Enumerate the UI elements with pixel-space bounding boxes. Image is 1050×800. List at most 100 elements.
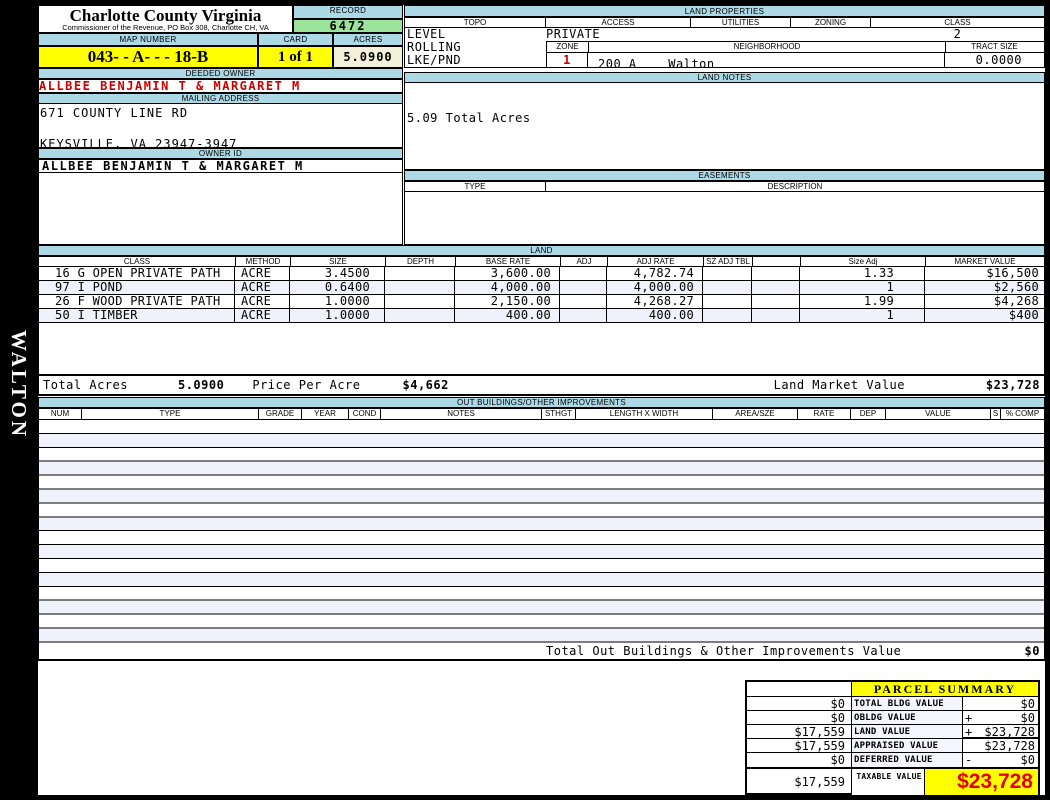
op: -	[963, 753, 977, 767]
out-buildings-empty-rows	[38, 420, 1045, 643]
row-label: OBLDG VALUE	[852, 711, 963, 725]
neighborhood-value: 200 A Walton	[588, 53, 945, 68]
col-topo: TOPO	[405, 18, 546, 27]
parcel-summary-title: PARCEL SUMMARY	[852, 682, 1038, 697]
prior-value: $17,559	[747, 739, 852, 753]
tract-size-value: 0.0000	[945, 53, 1042, 68]
record-label: RECORD	[293, 5, 403, 19]
parcel-summary-title-left	[747, 682, 852, 697]
cell-adj	[560, 295, 607, 308]
cell-blank	[752, 309, 800, 322]
cell-size: 1.0000	[290, 295, 385, 308]
cell-adj-rate: 4,268.27	[607, 295, 703, 308]
col-s: S	[991, 409, 1001, 419]
cell-method: ACRE	[235, 309, 290, 322]
col-num: NUM	[39, 409, 82, 419]
land-properties-body: LEVEL ROLLING LKE/PND PRIVATE 2 ZONE NEI…	[404, 28, 1045, 68]
col-sz-adj-tbl: SZ ADJ TBL	[704, 257, 753, 266]
zone-header-row: ZONE NEIGHBORHOOD TRACT SIZE	[546, 41, 1044, 53]
land-market-value-label: Land Market Value	[774, 378, 905, 392]
county-subtitle: Commissioner of the Revenue, PO Box 308,…	[39, 24, 292, 32]
land-properties-header-row: TOPO ACCESS UTILITIES ZONING CLASS	[404, 17, 1045, 28]
cell-depth	[385, 267, 455, 280]
land-notes-title: LAND NOTES	[404, 72, 1045, 83]
col-easement-description: DESCRIPTION	[546, 182, 1044, 191]
cell-method: ACRE	[235, 281, 290, 294]
prior-value: $0	[747, 697, 852, 711]
prior-value: $0	[747, 753, 852, 767]
land-gap	[38, 323, 1045, 374]
cell-method: ACRE	[235, 295, 290, 308]
map-number-label: MAP NUMBER	[38, 33, 258, 46]
neighborhood-name: Walton	[668, 57, 714, 71]
cell-size: 3.4500	[290, 267, 385, 280]
cell-depth	[385, 295, 455, 308]
access-value: PRIVATE	[546, 28, 871, 41]
owner-id-label: OWNER ID	[38, 148, 403, 159]
land-row-3: 26 F WOOD PRIVATE PATH ACRE 1.0000 2,150…	[38, 295, 1045, 309]
topo-values: LEVEL ROLLING LKE/PND	[405, 28, 546, 67]
zone-label: ZONE	[547, 42, 589, 52]
op	[963, 697, 977, 710]
neighborhood-sidebar-label: WALTON	[6, 330, 31, 439]
deeded-owner-label: DEEDED OWNER	[38, 68, 403, 79]
easements-header-row: TYPE DESCRIPTION	[404, 181, 1045, 192]
mailing-address-label: MAILING ADDRESS	[38, 93, 403, 104]
cell-blank	[752, 295, 800, 308]
card-label: CARD	[258, 33, 333, 46]
col-year: YEAR	[302, 409, 349, 419]
col-grade: GRADE	[259, 409, 302, 419]
land-properties-right: PRIVATE 2 ZONE NEIGHBORHOOD TRACT SIZE 1…	[546, 28, 1044, 67]
cell-blank	[752, 281, 800, 294]
parcel-summary-title-row: PARCEL SUMMARY	[747, 682, 1038, 697]
cell-depth	[385, 281, 455, 294]
col-utilities: UTILITIES	[691, 18, 791, 27]
col-type: TYPE	[82, 409, 259, 419]
cell-method: ACRE	[235, 267, 290, 280]
summary-row-taxable: $17,559 TAXABLE VALUE $23,728	[747, 769, 1038, 795]
value-cell: + $23,728	[963, 725, 1038, 739]
cell-market-value: $2,560	[925, 281, 1042, 294]
col-size: SIZE	[291, 257, 386, 266]
out-buildings-header-row: NUM TYPE GRADE YEAR COND NOTES STHGT LEN…	[38, 408, 1045, 420]
cell-sz-adj-tbl	[703, 295, 752, 308]
land-market-value: $23,728	[905, 378, 1044, 392]
acres-label: ACRES	[333, 33, 403, 46]
card-value: 1 of 1	[258, 46, 333, 68]
cell-class: 16 G OPEN PRIVATE PATH	[39, 267, 235, 280]
taxable-label: TAXABLE VALUE	[852, 769, 925, 795]
property-record-card: WALTON Charlotte County Virginia Commiss…	[0, 0, 1050, 800]
cell-adj-rate: 4,000.00	[607, 281, 703, 294]
cell-adj	[560, 267, 607, 280]
value-cell: $0	[963, 697, 1038, 711]
land-properties-title: LAND PROPERTIES	[404, 5, 1045, 17]
col-notes: NOTES	[381, 409, 542, 419]
op	[963, 739, 977, 752]
row-label: LAND VALUE	[852, 725, 963, 739]
cell-market-value: $16,500	[925, 267, 1042, 280]
zone-value-row: 1 200 A Walton 0.0000	[546, 53, 1044, 68]
taxable-value: $23,728	[925, 769, 1038, 795]
cell-adj-rate: 4,782.74	[607, 267, 703, 280]
prior-value: $0	[747, 711, 852, 725]
cell-sz-adj-tbl	[703, 309, 752, 322]
col-zoning: ZONING	[791, 18, 871, 27]
total-acres-value: 5.0900	[178, 378, 224, 392]
cell-sz-adj-tbl	[703, 281, 752, 294]
owner-empty-box	[38, 173, 403, 245]
col-easement-type: TYPE	[405, 182, 546, 191]
map-number-value: 043- - A- - - 18-B	[38, 46, 258, 68]
summary-row-obldg: $0 OBLDG VALUE + $0	[747, 711, 1038, 725]
deeded-owner-value: ALLBEE BENJAMIN T & MARGARET M	[38, 79, 403, 93]
col-market-value: MARKET VALUE	[926, 257, 1044, 266]
easements-title: EASEMENTS	[404, 170, 1045, 181]
sidebar: WALTON	[0, 0, 38, 800]
summary-row-appraised: $17,559 APPRAISED VALUE $23,728	[747, 739, 1038, 753]
mailing-address-box: 671 COUNTY LINE RD KEYSVILLE, VA 23947-3…	[38, 104, 403, 148]
op: +	[963, 711, 977, 724]
current-value: $23,728	[977, 725, 1038, 737]
op: +	[963, 725, 977, 737]
land-row-4: 50 I TIMBER ACRE 1.0000 400.00 400.00 1 …	[38, 309, 1045, 323]
land-header-row: CLASS METHOD SIZE DEPTH BASE RATE ADJ AD…	[38, 256, 1045, 267]
out-buildings-title: OUT BUILDINGS/OTHER IMPROVEMENTS	[38, 397, 1045, 408]
